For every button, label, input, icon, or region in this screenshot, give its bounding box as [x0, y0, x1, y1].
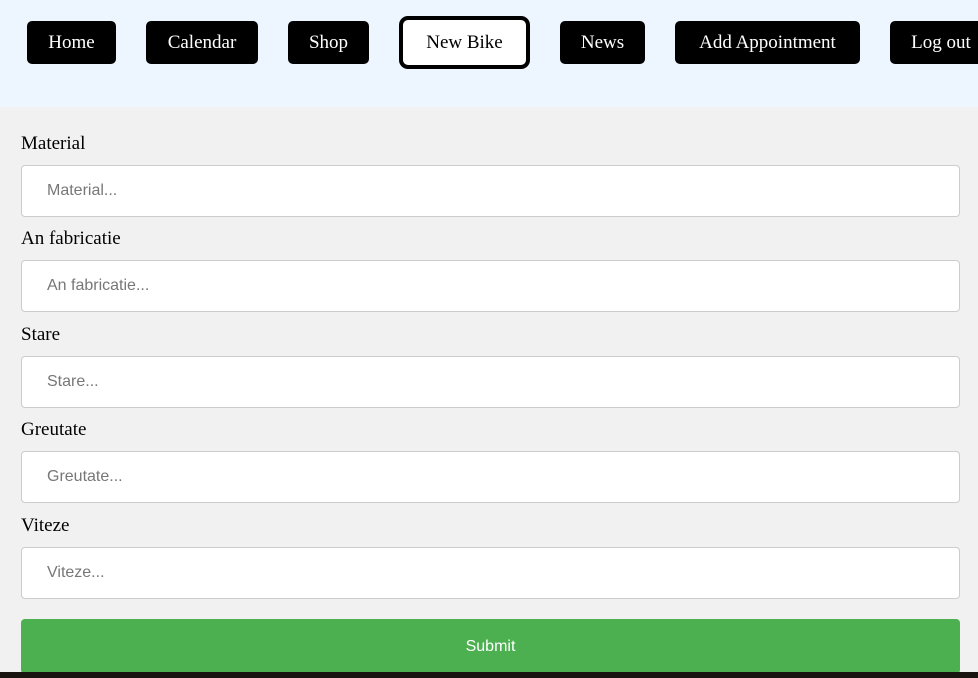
nav-shop-button[interactable]: Shop: [288, 21, 369, 64]
submit-button[interactable]: Submit: [21, 619, 960, 674]
stare-input[interactable]: [21, 356, 960, 408]
greutate-input[interactable]: [21, 451, 960, 503]
nav-add-appointment-button[interactable]: Add Appointment: [675, 21, 860, 64]
nav-new-bike-button[interactable]: New Bike: [399, 16, 530, 69]
top-navigation-bar: Home Calendar Shop New Bike News Add App…: [0, 0, 978, 107]
bottom-edge-strip: [0, 672, 978, 678]
stare-label: Stare: [21, 324, 61, 345]
viteze-label: Viteze: [21, 515, 70, 536]
material-label: Material: [21, 133, 86, 154]
nav-log-out-button[interactable]: Log out: [890, 21, 978, 64]
viteze-input[interactable]: [21, 547, 960, 599]
an-fabricatie-input[interactable]: [21, 260, 960, 312]
nav-news-button[interactable]: News: [560, 21, 645, 64]
material-input[interactable]: [21, 165, 960, 217]
nav-home-button[interactable]: Home: [27, 21, 116, 64]
greutate-label: Greutate: [21, 419, 87, 440]
nav-calendar-button[interactable]: Calendar: [146, 21, 258, 64]
an-fabricatie-label: An fabricatie: [21, 228, 121, 249]
